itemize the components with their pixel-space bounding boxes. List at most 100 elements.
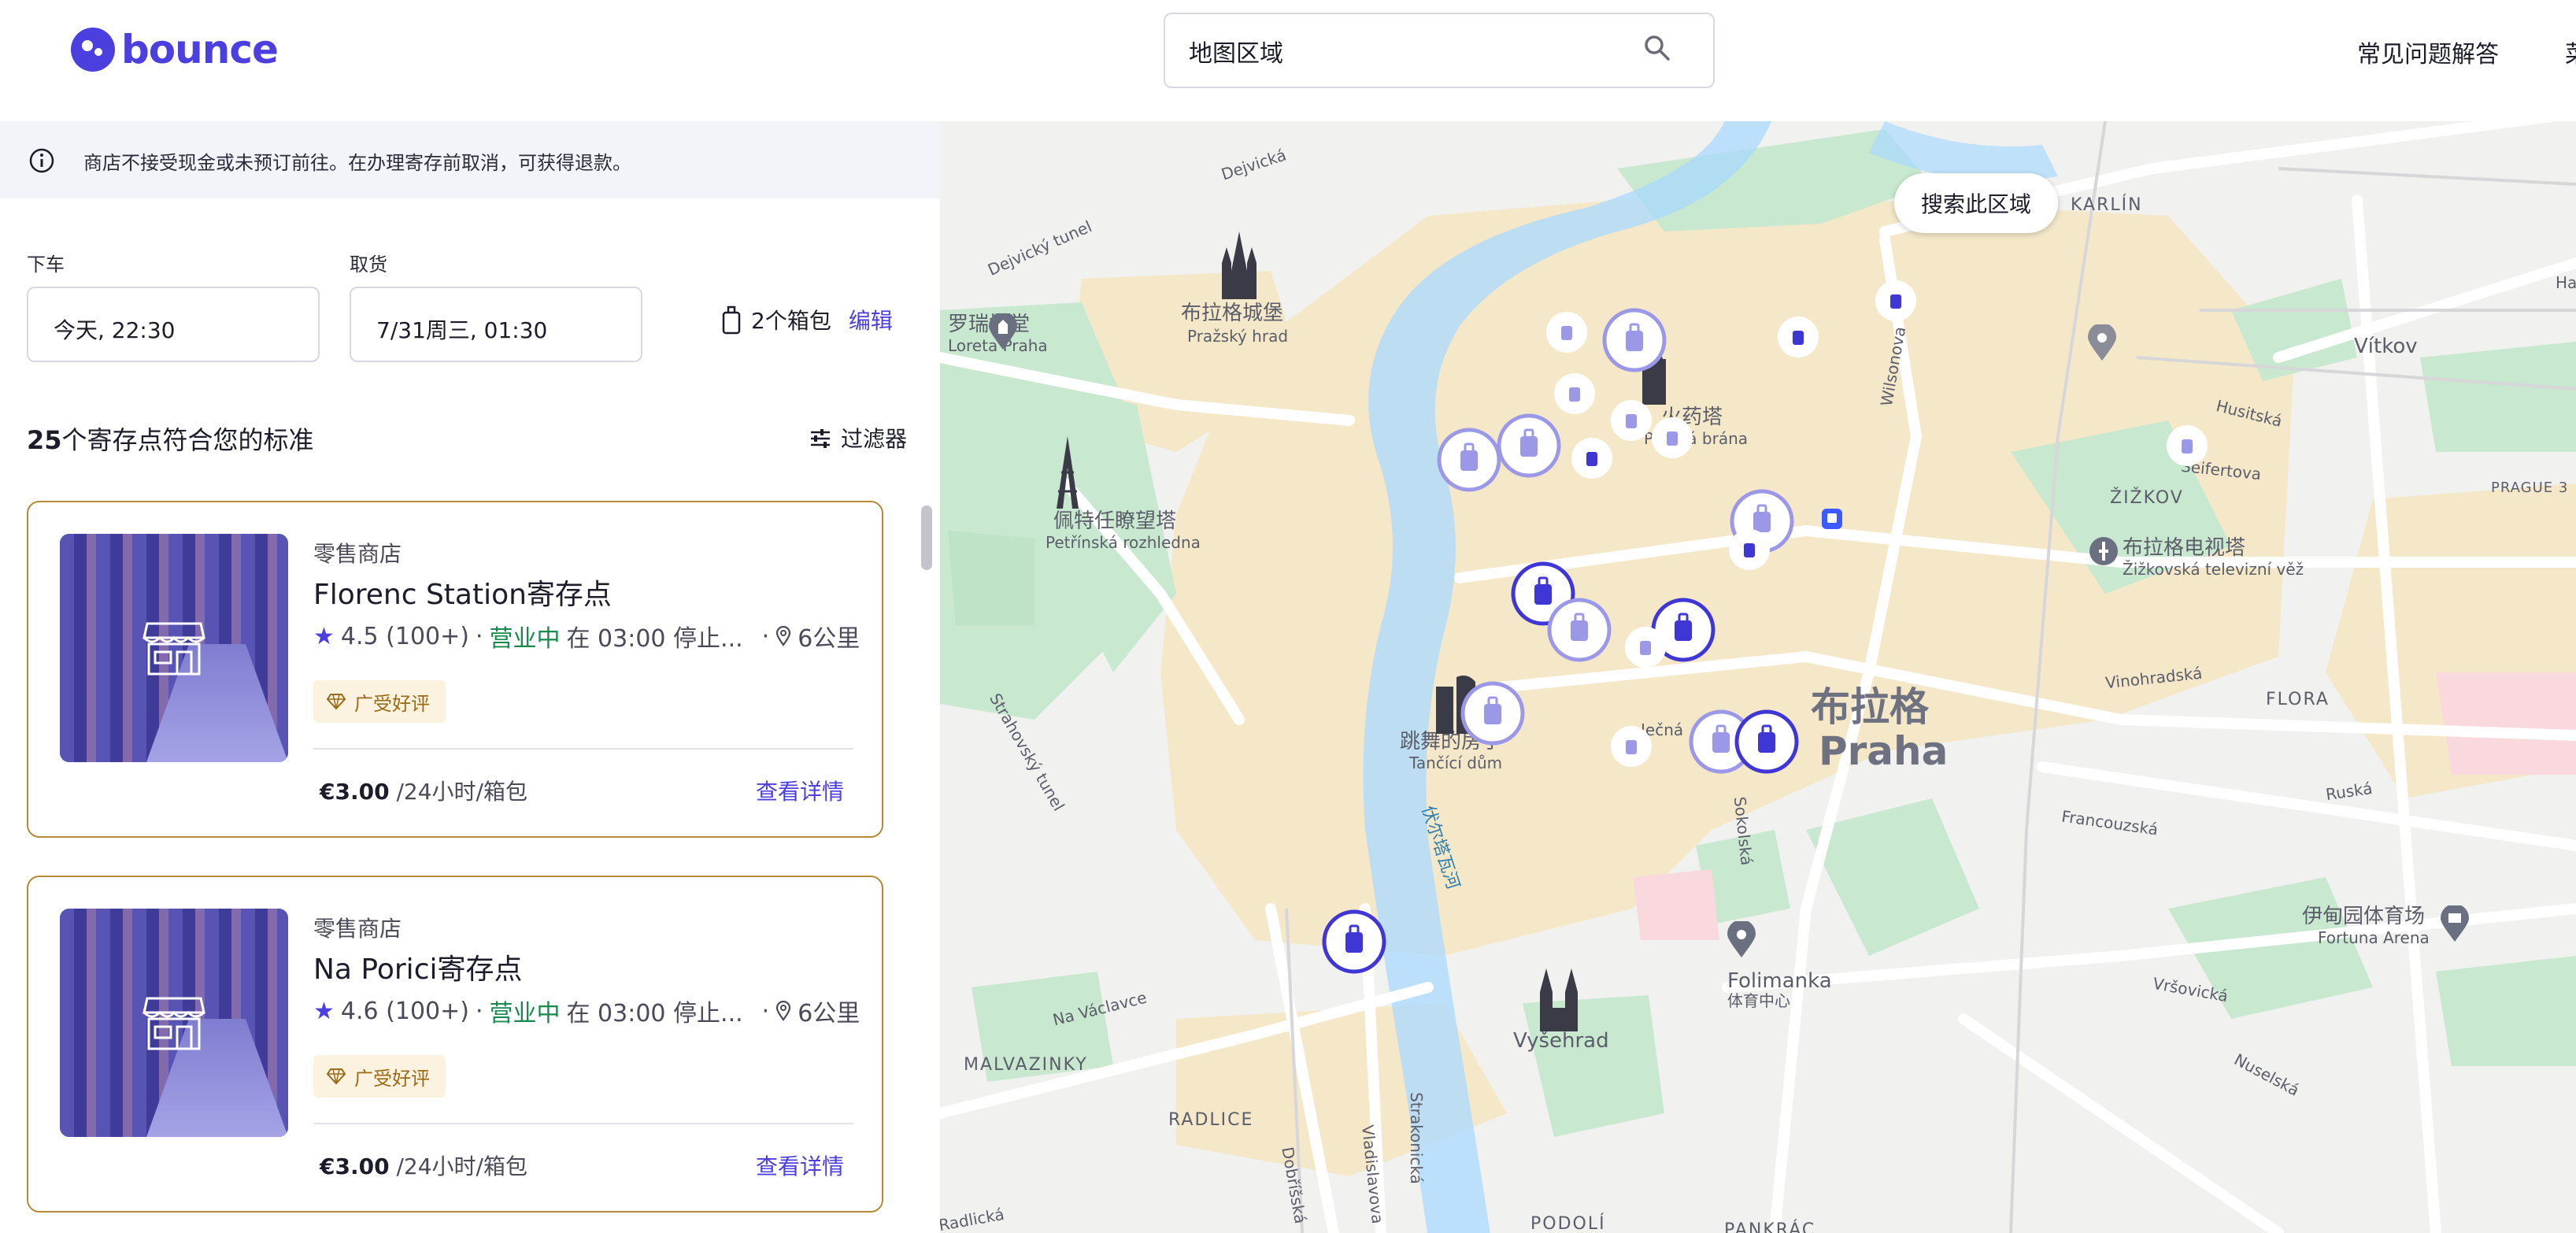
district-label: ŽIŽKOV bbox=[2110, 488, 2184, 508]
storage-location-pin[interactable] bbox=[1546, 597, 1612, 663]
landmark-label: Tančící dům bbox=[1409, 754, 1503, 772]
view-details-link[interactable]: 查看详情 bbox=[756, 1150, 844, 1181]
faq-link[interactable]: 常见问题解答 bbox=[2357, 35, 2499, 69]
results-count-number: 25 bbox=[27, 425, 62, 455]
landmark-label: Folimanka bbox=[1727, 969, 1832, 993]
listing-rating: 4.5 (100+) bbox=[340, 622, 469, 650]
stadium-pin-icon bbox=[2441, 905, 2469, 942]
storage-location-pin-selected[interactable] bbox=[1734, 709, 1800, 775]
filters-button[interactable]: 过滤器 bbox=[809, 422, 907, 454]
listing-name[interactable]: Florenc Station寄存点 bbox=[313, 572, 612, 613]
listing-price: €3.00 /24小时/箱包 bbox=[320, 1150, 527, 1181]
filters-label: 过滤器 bbox=[841, 426, 908, 452]
district-label: PRAGUE 3 bbox=[2491, 480, 2569, 496]
storage-location-dot[interactable] bbox=[2165, 424, 2209, 468]
dropoff-date-value: 今天, 22:30 bbox=[54, 317, 176, 343]
divider bbox=[313, 1123, 853, 1124]
listing-distance: 6公里 bbox=[798, 625, 861, 653]
storage-location-dot[interactable] bbox=[1545, 310, 1589, 354]
metro-icon bbox=[1822, 509, 1842, 529]
bag-count: 2个箱包 编辑 bbox=[721, 304, 893, 335]
results-scrollbar[interactable] bbox=[921, 505, 932, 570]
dropoff-label: 下车 bbox=[27, 254, 65, 276]
separator: · bbox=[475, 622, 483, 650]
pickup-date-field[interactable]: 7/31周三, 01:30 bbox=[350, 287, 642, 362]
bounce-logo[interactable]: bounce bbox=[71, 27, 279, 72]
listing-meta: ★ 4.6 (100+) · 营业中 在 03:00 停止... · 6公里 bbox=[313, 994, 860, 1028]
notice-text: 商店不接受现金或未预订前往。在办理寄存前取消，可获得退款。 bbox=[83, 152, 631, 174]
store-icon bbox=[142, 622, 205, 676]
search-input[interactable] bbox=[1189, 33, 1630, 69]
storage-location-pin-selected[interactable] bbox=[1321, 909, 1387, 975]
landmark-pin-icon bbox=[2088, 324, 2116, 361]
listing-card[interactable]: 零售商店 Na Porici寄存点 ★ 4.6 (100+) · 营业中 在 0… bbox=[27, 876, 883, 1213]
results-count: 25个寄存点符合您的标准 bbox=[27, 420, 314, 457]
listing-category: 零售商店 bbox=[313, 916, 402, 942]
logo-text: bounce bbox=[121, 27, 279, 72]
storage-location-dot[interactable] bbox=[1609, 398, 1653, 442]
info-icon bbox=[29, 148, 54, 173]
divider bbox=[313, 748, 853, 750]
price-unit: /24小时/箱包 bbox=[396, 779, 527, 805]
store-icon bbox=[142, 997, 205, 1050]
price-unit: /24小时/箱包 bbox=[396, 1153, 527, 1179]
listing-distance: 6公里 bbox=[798, 1000, 861, 1028]
search-icon[interactable] bbox=[1644, 35, 1671, 61]
district-label: PODOLÍ bbox=[1530, 1214, 1606, 1233]
storage-location-pin[interactable] bbox=[1436, 427, 1502, 493]
storage-location-dot[interactable] bbox=[1623, 625, 1667, 669]
landmark-pin-icon bbox=[1727, 921, 1756, 957]
map-base bbox=[940, 121, 2576, 1233]
landmark-label: Vítkov bbox=[2354, 335, 2418, 358]
storage-location-dot[interactable] bbox=[1609, 724, 1653, 768]
storage-location-pin[interactable] bbox=[1601, 307, 1667, 373]
storage-location-dot[interactable] bbox=[1874, 279, 1918, 323]
star-icon: ★ bbox=[313, 622, 335, 650]
badge-label: 广受好评 bbox=[354, 692, 430, 715]
sliders-icon bbox=[811, 429, 830, 448]
pickup-date-value: 7/31周三, 01:30 bbox=[376, 317, 548, 343]
storage-location-dot[interactable] bbox=[1553, 372, 1597, 416]
storage-location-dot[interactable] bbox=[1570, 436, 1614, 480]
district-label: MALVAZINKY bbox=[964, 1055, 1088, 1075]
storage-location-pin[interactable] bbox=[1460, 680, 1526, 746]
listing-meta: ★ 4.5 (100+) · 营业中 在 03:00 停止... · 6公里 bbox=[313, 619, 860, 654]
storage-location-dot[interactable] bbox=[1727, 528, 1771, 572]
street-label: Strakonická bbox=[1406, 1092, 1426, 1184]
listing-rating: 4.6 (100+) bbox=[340, 997, 469, 1025]
storage-location-dot[interactable] bbox=[1650, 416, 1694, 460]
dropoff-date-field[interactable]: 今天, 22:30 bbox=[27, 287, 320, 362]
landmark-label: 布拉格电视塔 bbox=[2123, 536, 2246, 560]
landmark-label: Petřínská rozhledna bbox=[1046, 533, 1201, 552]
pickup-label: 取货 bbox=[350, 254, 387, 276]
landmark-label: 体育中心 bbox=[1727, 991, 1790, 1010]
storage-location-pin[interactable] bbox=[1496, 413, 1562, 479]
bag-count-value: 2个箱包 bbox=[751, 308, 831, 334]
separator: · bbox=[475, 997, 483, 1025]
storage-location-dot[interactable] bbox=[1776, 315, 1820, 359]
price-amount: €3.00 bbox=[320, 779, 390, 805]
separator: · bbox=[761, 622, 770, 650]
location-search-box[interactable] bbox=[1164, 13, 1715, 88]
star-icon: ★ bbox=[313, 997, 335, 1025]
price-amount: €3.00 bbox=[320, 1153, 390, 1179]
district-label: RADLICE bbox=[1168, 1110, 1254, 1130]
listing-name[interactable]: Na Porici寄存点 bbox=[313, 946, 522, 987]
district-label: PANKRÁC bbox=[1724, 1220, 1816, 1233]
district-label: KARLÍN bbox=[2071, 195, 2143, 215]
luggage-icon bbox=[722, 305, 741, 335]
view-details-link[interactable]: 查看详情 bbox=[756, 775, 844, 806]
landmark-pin-icon bbox=[989, 313, 1017, 350]
district-label: FLORA bbox=[2266, 690, 2330, 709]
diamond-icon bbox=[326, 1068, 346, 1085]
edit-booking-link[interactable]: 编辑 bbox=[849, 304, 893, 335]
landmark-label: 布拉格城堡 bbox=[1181, 302, 1284, 325]
map-view[interactable]: Dejvická Dejvický tunel KARLÍN 罗瑞塔堂 Lore… bbox=[940, 121, 2576, 1233]
listing-card[interactable]: 零售商店 Florenc Station寄存点 ★ 4.5 (100+) · 营… bbox=[27, 501, 883, 838]
landmark-label: Fortuna Arena bbox=[2318, 928, 2430, 947]
tower-icon bbox=[1057, 436, 1079, 509]
menu-link[interactable]: 菜 bbox=[2565, 35, 2576, 69]
popular-badge: 广受好评 bbox=[313, 680, 446, 723]
street-label: Ha bbox=[2556, 273, 2576, 292]
search-this-area-button[interactable]: 搜索此区域 bbox=[1894, 173, 2059, 233]
